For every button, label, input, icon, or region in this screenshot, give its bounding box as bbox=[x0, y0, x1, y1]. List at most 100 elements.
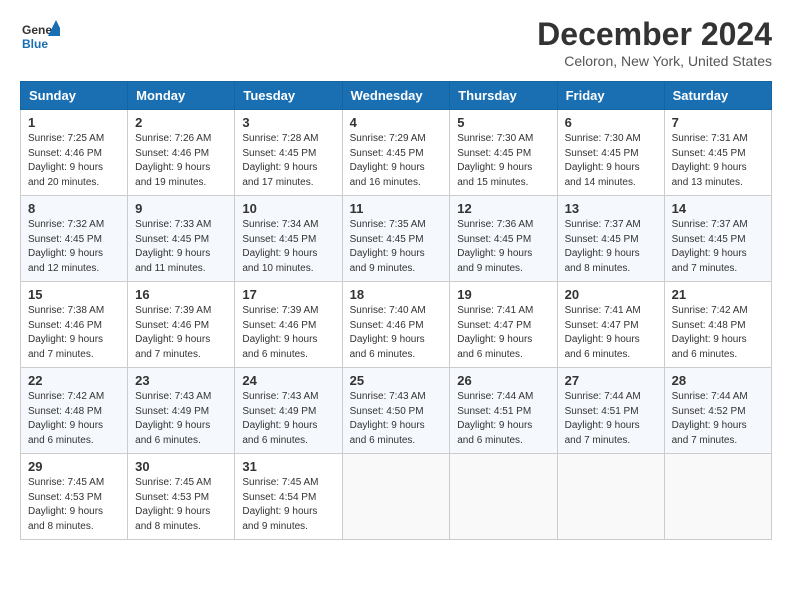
page-header: General Blue December 2024 Celoron, New … bbox=[20, 16, 772, 69]
day-number: 24 bbox=[242, 373, 334, 388]
day-info: Sunrise: 7:45 AM Sunset: 4:54 PM Dayligh… bbox=[242, 476, 334, 534]
day-number: 27 bbox=[565, 373, 657, 388]
day-number: 17 bbox=[242, 287, 334, 302]
day-number: 26 bbox=[457, 373, 549, 388]
main-title: December 2024 bbox=[537, 16, 772, 53]
day-info: Sunrise: 7:45 AM Sunset: 4:53 PM Dayligh… bbox=[135, 476, 227, 534]
calendar-cell: 27 Sunrise: 7:44 AM Sunset: 4:51 PM Dayli… bbox=[557, 368, 664, 454]
day-number: 29 bbox=[28, 459, 120, 474]
day-number: 4 bbox=[350, 115, 443, 130]
calendar-cell: 13Sunrise: 7:37 AM Sunset: 4:45 PM Dayli… bbox=[557, 196, 664, 282]
calendar-cell: 29 Sunrise: 7:45 AM Sunset: 4:53 PM Dayli… bbox=[21, 454, 128, 540]
logo: General Blue bbox=[20, 16, 56, 52]
day-info: Sunrise: 7:44 AM Sunset: 4:51 PM Dayligh… bbox=[457, 390, 549, 448]
calendar-cell: 1 Sunrise: 7:25 AM Sunset: 4:46 PM Daylig… bbox=[21, 110, 128, 196]
calendar-cell: 14 Sunrise: 7:37 AM Sunset: 4:45 PM Dayli… bbox=[664, 196, 771, 282]
calendar-cell bbox=[664, 454, 771, 540]
day-info: Sunrise: 7:44 AM Sunset: 4:52 PM Dayligh… bbox=[672, 390, 764, 448]
day-info: Sunrise: 7:37 AM Sunset: 4:45 PM Dayligh… bbox=[672, 218, 764, 276]
day-info: Sunrise: 7:43 AM Sunset: 4:49 PM Dayligh… bbox=[135, 390, 227, 448]
day-number: 14 bbox=[672, 201, 764, 216]
calendar-cell: 18 Sunrise: 7:40 AM Sunset: 4:46 PM Dayli… bbox=[342, 282, 450, 368]
calendar-cell: 31Sunrise: 7:45 AM Sunset: 4:54 PM Dayli… bbox=[235, 454, 342, 540]
calendar-cell: 6Sunrise: 7:30 AM Sunset: 4:45 PM Daylig… bbox=[557, 110, 664, 196]
calendar-cell: 19Sunrise: 7:41 AM Sunset: 4:47 PM Dayli… bbox=[450, 282, 557, 368]
calendar-cell: 16Sunrise: 7:39 AM Sunset: 4:46 PM Dayli… bbox=[128, 282, 235, 368]
calendar-cell: 28 Sunrise: 7:44 AM Sunset: 4:52 PM Dayli… bbox=[664, 368, 771, 454]
title-area: December 2024 Celoron, New York, United … bbox=[537, 16, 772, 69]
dow-header-monday: Monday bbox=[128, 82, 235, 110]
day-info: Sunrise: 7:25 AM Sunset: 4:46 PM Dayligh… bbox=[28, 132, 120, 190]
day-info: Sunrise: 7:39 AM Sunset: 4:46 PM Dayligh… bbox=[135, 304, 227, 362]
day-number: 18 bbox=[350, 287, 443, 302]
calendar-week-row: 29 Sunrise: 7:45 AM Sunset: 4:53 PM Dayli… bbox=[21, 454, 772, 540]
day-info: Sunrise: 7:29 AM Sunset: 4:45 PM Dayligh… bbox=[350, 132, 443, 190]
calendar-week-row: 22Sunrise: 7:42 AM Sunset: 4:48 PM Dayli… bbox=[21, 368, 772, 454]
calendar-table: SundayMondayTuesdayWednesdayThursdayFrid… bbox=[20, 81, 772, 540]
day-info: Sunrise: 7:42 AM Sunset: 4:48 PM Dayligh… bbox=[672, 304, 764, 362]
day-info: Sunrise: 7:31 AM Sunset: 4:45 PM Dayligh… bbox=[672, 132, 764, 190]
calendar-cell: 7 Sunrise: 7:31 AM Sunset: 4:45 PM Daylig… bbox=[664, 110, 771, 196]
calendar-cell: 30Sunrise: 7:45 AM Sunset: 4:53 PM Dayli… bbox=[128, 454, 235, 540]
calendar-body: 1 Sunrise: 7:25 AM Sunset: 4:46 PM Daylig… bbox=[21, 110, 772, 540]
day-info: Sunrise: 7:42 AM Sunset: 4:48 PM Dayligh… bbox=[28, 390, 120, 448]
dow-header-thursday: Thursday bbox=[450, 82, 557, 110]
dow-header-wednesday: Wednesday bbox=[342, 82, 450, 110]
day-info: Sunrise: 7:28 AM Sunset: 4:45 PM Dayligh… bbox=[242, 132, 334, 190]
calendar-cell: 17 Sunrise: 7:39 AM Sunset: 4:46 PM Dayli… bbox=[235, 282, 342, 368]
day-number: 1 bbox=[28, 115, 120, 130]
day-number: 21 bbox=[672, 287, 764, 302]
calendar-week-row: 15Sunrise: 7:38 AM Sunset: 4:46 PM Dayli… bbox=[21, 282, 772, 368]
day-number: 12 bbox=[457, 201, 549, 216]
day-number: 8 bbox=[28, 201, 120, 216]
calendar-cell bbox=[557, 454, 664, 540]
day-info: Sunrise: 7:40 AM Sunset: 4:46 PM Dayligh… bbox=[350, 304, 443, 362]
days-of-week-row: SundayMondayTuesdayWednesdayThursdayFrid… bbox=[21, 82, 772, 110]
day-info: Sunrise: 7:39 AM Sunset: 4:46 PM Dayligh… bbox=[242, 304, 334, 362]
day-number: 28 bbox=[672, 373, 764, 388]
day-info: Sunrise: 7:41 AM Sunset: 4:47 PM Dayligh… bbox=[565, 304, 657, 362]
calendar-cell: 15Sunrise: 7:38 AM Sunset: 4:46 PM Dayli… bbox=[21, 282, 128, 368]
day-info: Sunrise: 7:33 AM Sunset: 4:45 PM Dayligh… bbox=[135, 218, 227, 276]
calendar-cell bbox=[450, 454, 557, 540]
calendar-cell: 10Sunrise: 7:34 AM Sunset: 4:45 PM Dayli… bbox=[235, 196, 342, 282]
svg-text:Blue: Blue bbox=[22, 37, 48, 51]
day-number: 6 bbox=[565, 115, 657, 130]
day-info: Sunrise: 7:32 AM Sunset: 4:45 PM Dayligh… bbox=[28, 218, 120, 276]
calendar-cell: 22Sunrise: 7:42 AM Sunset: 4:48 PM Dayli… bbox=[21, 368, 128, 454]
calendar-cell: 9 Sunrise: 7:33 AM Sunset: 4:45 PM Daylig… bbox=[128, 196, 235, 282]
dow-header-sunday: Sunday bbox=[21, 82, 128, 110]
day-info: Sunrise: 7:45 AM Sunset: 4:53 PM Dayligh… bbox=[28, 476, 120, 534]
day-info: Sunrise: 7:43 AM Sunset: 4:49 PM Dayligh… bbox=[242, 390, 334, 448]
day-info: Sunrise: 7:35 AM Sunset: 4:45 PM Dayligh… bbox=[350, 218, 443, 276]
day-number: 15 bbox=[28, 287, 120, 302]
calendar-cell: 11 Sunrise: 7:35 AM Sunset: 4:45 PM Dayli… bbox=[342, 196, 450, 282]
day-number: 2 bbox=[135, 115, 227, 130]
day-number: 3 bbox=[242, 115, 334, 130]
day-info: Sunrise: 7:36 AM Sunset: 4:45 PM Dayligh… bbox=[457, 218, 549, 276]
calendar-cell: 4 Sunrise: 7:29 AM Sunset: 4:45 PM Daylig… bbox=[342, 110, 450, 196]
day-number: 11 bbox=[350, 201, 443, 216]
day-info: Sunrise: 7:30 AM Sunset: 4:45 PM Dayligh… bbox=[457, 132, 549, 190]
dow-header-friday: Friday bbox=[557, 82, 664, 110]
day-info: Sunrise: 7:41 AM Sunset: 4:47 PM Dayligh… bbox=[457, 304, 549, 362]
day-number: 5 bbox=[457, 115, 549, 130]
day-number: 25 bbox=[350, 373, 443, 388]
logo-icon: General Blue bbox=[20, 16, 56, 52]
day-info: Sunrise: 7:44 AM Sunset: 4:51 PM Dayligh… bbox=[565, 390, 657, 448]
subtitle: Celoron, New York, United States bbox=[537, 53, 772, 69]
dow-header-saturday: Saturday bbox=[664, 82, 771, 110]
calendar-cell: 25Sunrise: 7:43 AM Sunset: 4:50 PM Dayli… bbox=[342, 368, 450, 454]
day-number: 23 bbox=[135, 373, 227, 388]
calendar-cell: 8 Sunrise: 7:32 AM Sunset: 4:45 PM Daylig… bbox=[21, 196, 128, 282]
day-number: 7 bbox=[672, 115, 764, 130]
day-number: 10 bbox=[242, 201, 334, 216]
calendar-cell: 12 Sunrise: 7:36 AM Sunset: 4:45 PM Dayli… bbox=[450, 196, 557, 282]
calendar-cell: 3 Sunrise: 7:28 AM Sunset: 4:45 PM Daylig… bbox=[235, 110, 342, 196]
day-number: 20 bbox=[565, 287, 657, 302]
calendar-cell bbox=[342, 454, 450, 540]
calendar-cell: 26 Sunrise: 7:44 AM Sunset: 4:51 PM Dayli… bbox=[450, 368, 557, 454]
calendar-week-row: 1 Sunrise: 7:25 AM Sunset: 4:46 PM Daylig… bbox=[21, 110, 772, 196]
day-number: 9 bbox=[135, 201, 227, 216]
calendar-cell: 5 Sunrise: 7:30 AM Sunset: 4:45 PM Daylig… bbox=[450, 110, 557, 196]
